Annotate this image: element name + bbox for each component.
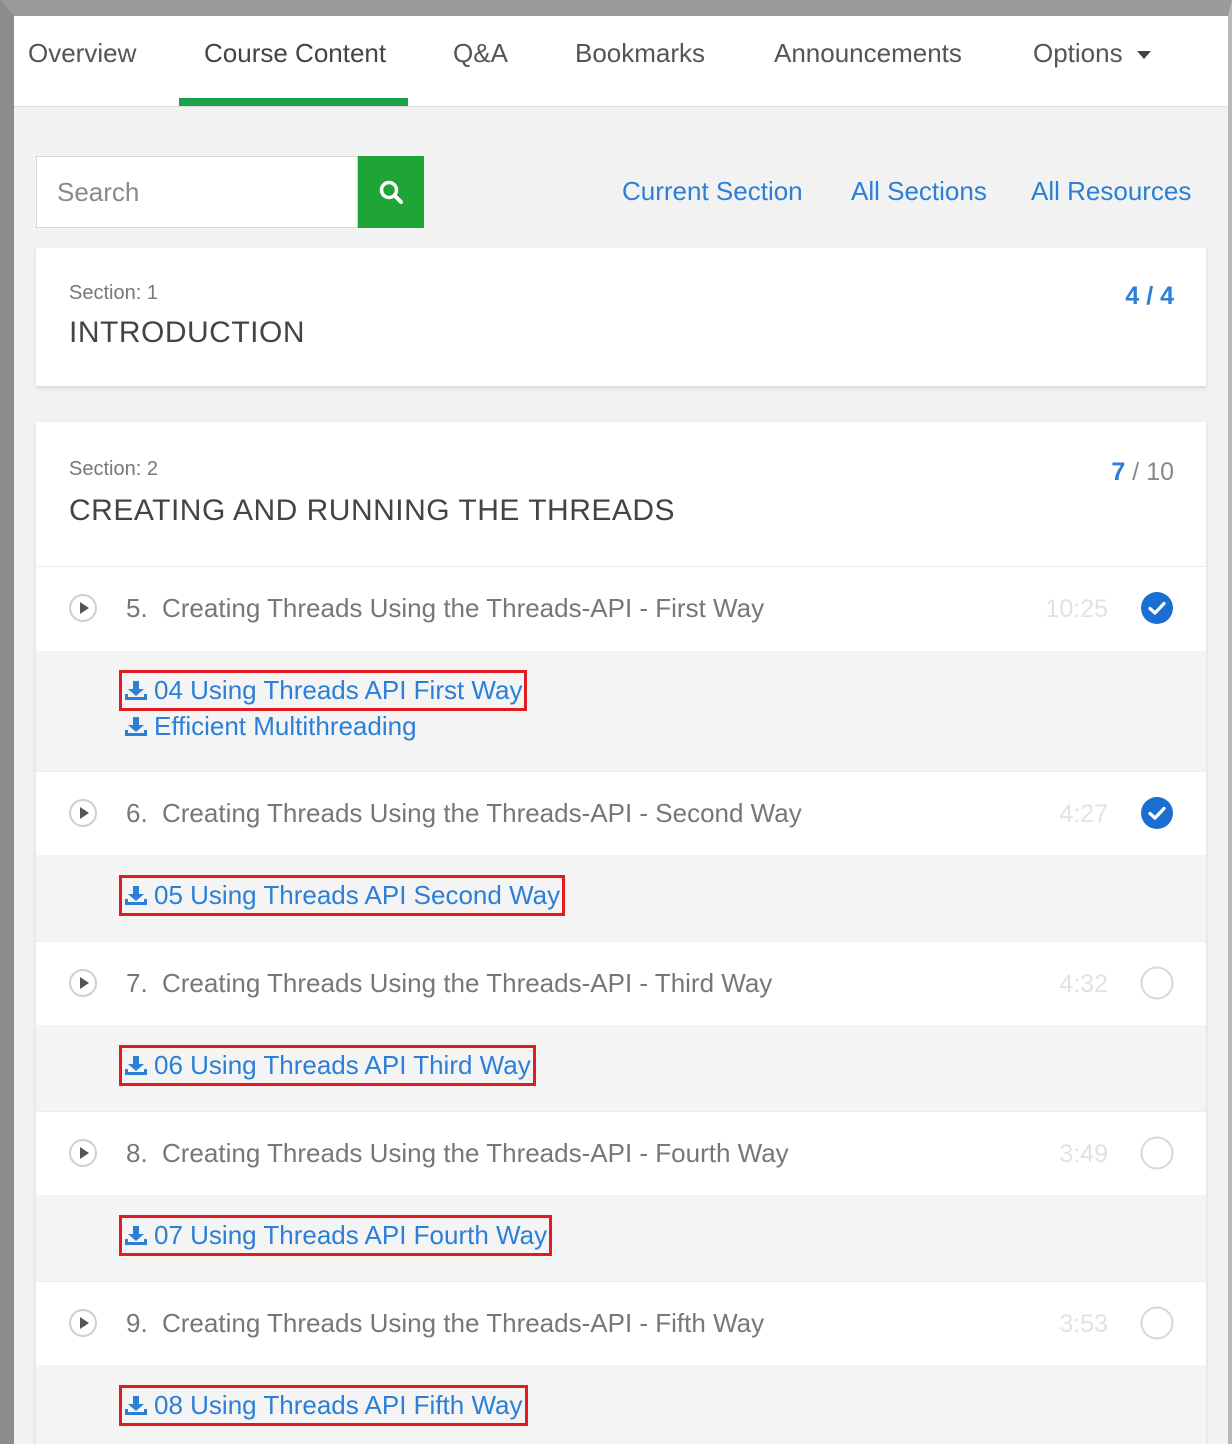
active-tab-indicator [179, 98, 408, 106]
play-circle-icon[interactable] [68, 593, 98, 623]
lecture-duration: 3:49 [1059, 1140, 1108, 1168]
lecture-resources: 07 Using Threads API Fourth Way [36, 1195, 1206, 1281]
section-progress: 7 / 10 [1111, 458, 1174, 487]
download-icon [125, 1055, 147, 1075]
section-card-1[interactable]: Section: 1 INTRODUCTION 4 / 4 [36, 248, 1206, 386]
download-icon [125, 1395, 147, 1415]
lecture-number: 5. [126, 593, 148, 623]
resource-download-link[interactable]: 08 Using Threads API Fifth Way [119, 1385, 528, 1426]
check-circle-icon[interactable] [1140, 796, 1174, 830]
lecture-row-5[interactable]: 5. Creating Threads Using the Threads-AP… [36, 566, 1206, 651]
tab-qa[interactable]: Q&A [453, 38, 508, 69]
search-input[interactable] [36, 156, 358, 228]
tab-bar: Overview Course Content Q&A Bookmarks An… [14, 16, 1228, 107]
total-count: 10 [1146, 458, 1174, 486]
resource-download-link[interactable]: 05 Using Threads API Second Way [118, 875, 566, 916]
tab-announcements[interactable]: Announcements [774, 38, 962, 69]
tab-bookmarks[interactable]: Bookmarks [575, 38, 705, 69]
resource-name: Efficient Multithreading [154, 711, 417, 741]
lecture-title: Creating Threads Using the Threads-API -… [162, 798, 802, 828]
empty-circle-icon[interactable] [1140, 966, 1174, 1000]
section-label: Section: 2 [69, 458, 158, 480]
lecture-row-7[interactable]: 7. Creating Threads Using the Threads-AP… [36, 941, 1206, 1026]
resource-name: 07 Using Threads API Fourth Way [154, 1220, 548, 1250]
search-button[interactable] [358, 156, 424, 228]
section-card-2: Section: 2 CREATING AND RUNNING THE THRE… [36, 422, 1206, 1444]
resource-download-link[interactable]: 07 Using Threads API Fourth Way [118, 1215, 553, 1256]
lecture-number: 8. [126, 1138, 148, 1168]
resource-name: 08 Using Threads API Fifth Way [154, 1390, 523, 1420]
section-label: Section: 1 [69, 282, 158, 304]
play-circle-icon[interactable] [68, 968, 98, 998]
lecture-title: Creating Threads Using the Threads-API -… [162, 593, 765, 623]
lecture-resources: 08 Using Threads API Fifth Way [36, 1365, 1206, 1444]
completed-count: 7 [1111, 458, 1126, 486]
resource-name: 04 Using Threads API First Way [154, 675, 523, 705]
section-title: CREATING AND RUNNING THE THREADS [69, 494, 676, 527]
lecture-number: 7. [126, 968, 148, 998]
download-icon [125, 885, 147, 905]
download-icon [125, 1225, 147, 1245]
caret-down-icon [1136, 51, 1151, 60]
play-circle-icon[interactable] [68, 1308, 98, 1338]
completed-count: 4 [1125, 282, 1140, 310]
all-sections-link[interactable]: All Sections [851, 176, 987, 207]
section-title: INTRODUCTION [69, 316, 305, 349]
lecture-resources: 05 Using Threads API Second Way [36, 855, 1206, 941]
download-icon [125, 716, 147, 736]
empty-circle-icon[interactable] [1140, 1136, 1174, 1170]
lecture-duration: 3:53 [1059, 1310, 1108, 1338]
lecture-title: Creating Threads Using the Threads-API -… [162, 968, 773, 998]
lecture-title: Creating Threads Using the Threads-API -… [162, 1308, 765, 1338]
current-section-link[interactable]: Current Section [622, 176, 803, 207]
play-circle-icon[interactable] [68, 1138, 98, 1168]
empty-circle-icon[interactable] [1140, 1306, 1174, 1340]
resource-download-link[interactable]: 04 Using Threads API First Way [118, 670, 528, 711]
lecture-resources: 04 Using Threads API First Way Efficient… [36, 651, 1206, 771]
tab-options[interactable]: Options [1033, 38, 1151, 69]
section-progress: 4 / 4 [1125, 282, 1174, 311]
tab-course-content[interactable]: Course Content [204, 38, 386, 69]
lecture-number: 6. [126, 798, 148, 828]
total-count: 4 [1160, 282, 1174, 310]
resource-name: 05 Using Threads API Second Way [154, 880, 561, 910]
count-separator: / [1132, 458, 1140, 486]
all-resources-link[interactable]: All Resources [1031, 176, 1191, 207]
resource-download-link[interactable]: Efficient Multithreading [124, 711, 417, 742]
count-separator: / [1146, 282, 1154, 310]
resource-download-link[interactable]: 06 Using Threads API Third Way [119, 1045, 536, 1086]
search-icon [379, 180, 403, 204]
lecture-row-9[interactable]: 9. Creating Threads Using the Threads-AP… [36, 1281, 1206, 1366]
download-icon [125, 680, 147, 700]
tab-options-label: Options [1033, 38, 1123, 68]
lecture-number: 9. [126, 1308, 148, 1338]
course-player-panel: Overview Course Content Q&A Bookmarks An… [0, 0, 1232, 1444]
lecture-row-6[interactable]: 6. Creating Threads Using the Threads-AP… [36, 771, 1206, 856]
lecture-row-8[interactable]: 8. Creating Threads Using the Threads-AP… [36, 1111, 1206, 1196]
lecture-duration: 4:32 [1059, 970, 1108, 998]
tab-overview[interactable]: Overview [28, 38, 136, 69]
check-circle-icon[interactable] [1140, 591, 1174, 625]
lecture-duration: 10:25 [1045, 595, 1108, 623]
play-circle-icon[interactable] [68, 798, 98, 828]
lecture-resources: 06 Using Threads API Third Way [36, 1025, 1206, 1111]
lecture-duration: 4:27 [1059, 800, 1108, 828]
lecture-title: Creating Threads Using the Threads-API -… [162, 1138, 789, 1168]
resource-name: 06 Using Threads API Third Way [154, 1050, 531, 1080]
